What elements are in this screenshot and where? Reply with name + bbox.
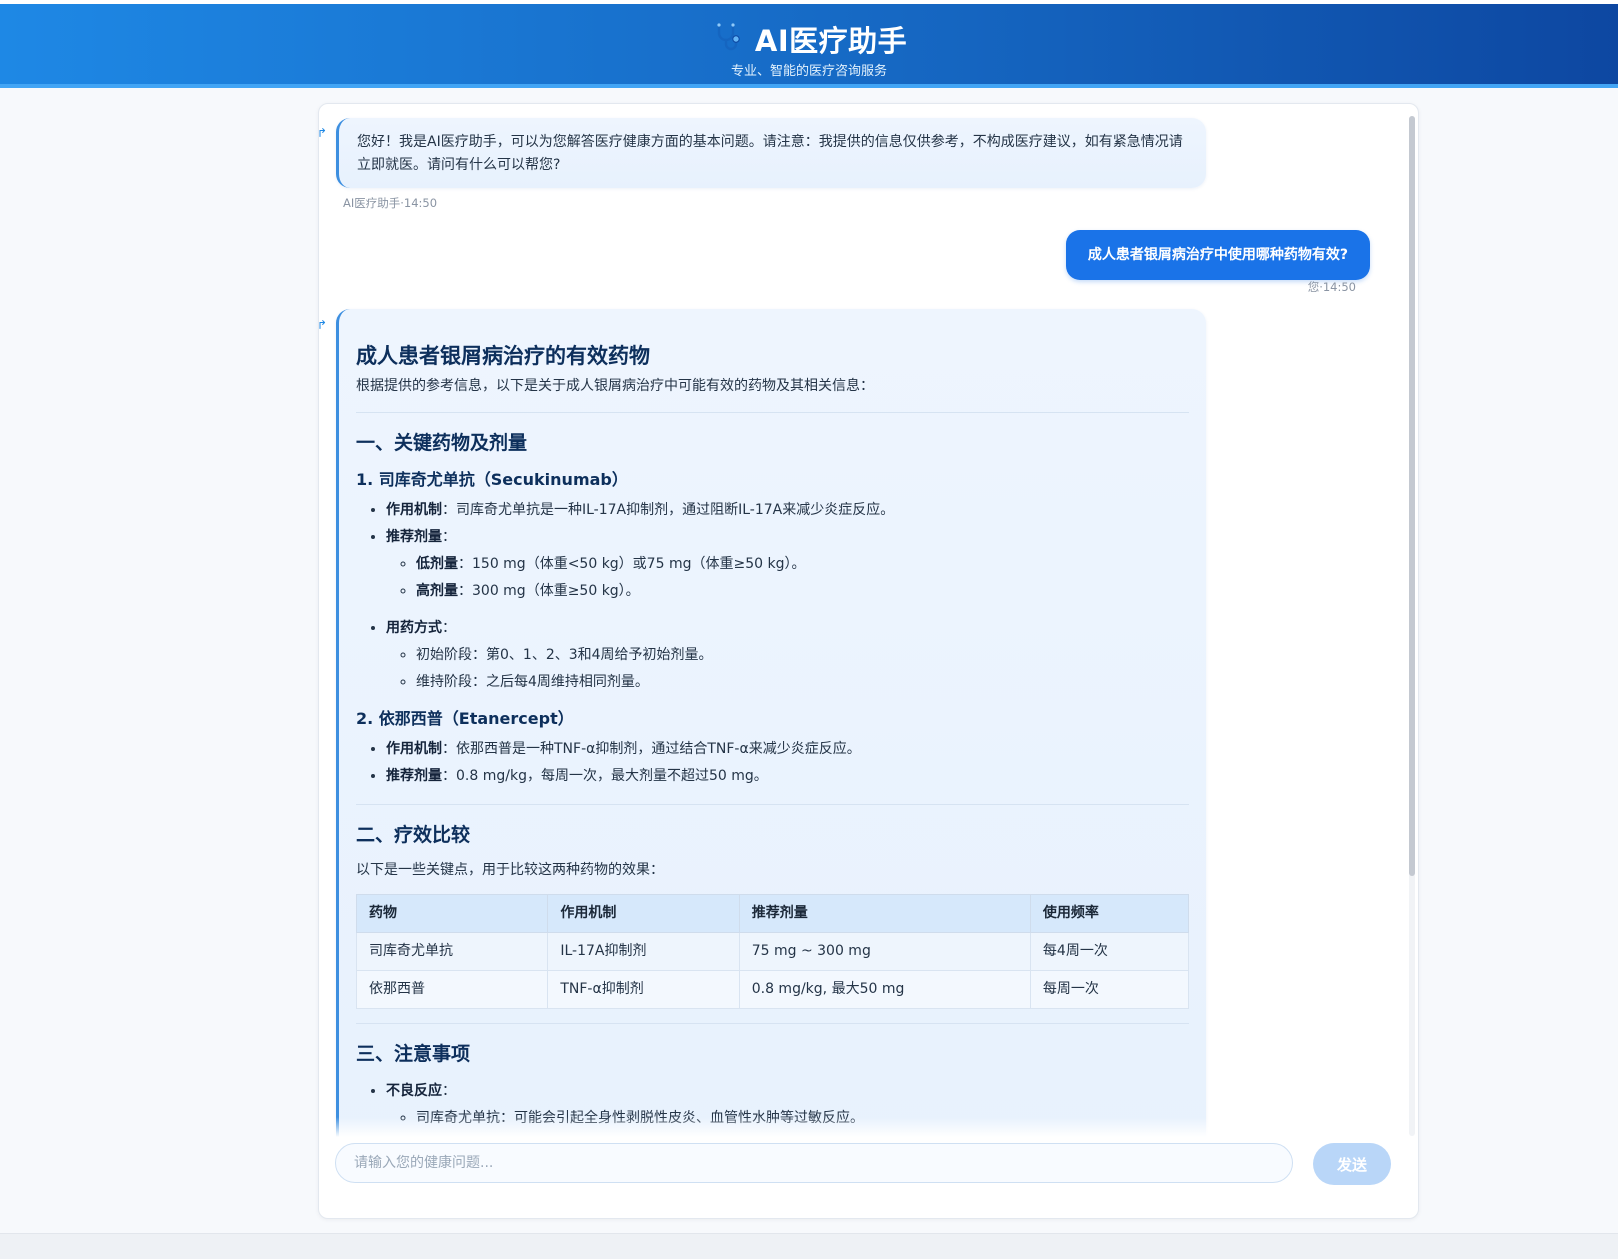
section-heading-key-drugs: 一、关键药物及剂量 [356,432,528,454]
list-item: 作用机制：司库奇尤单抗是一种IL-17A抑制剂，通过阻断IL-17A来减少炎症反… [386,497,1189,524]
user-message: 成人患者银屑病治疗中使用哪种药物有效? [1065,230,1370,280]
section-heading-efficacy: 二、疗效比较 [356,824,471,846]
app-header: AI医疗助手 专业、智能的医疗咨询服务 [0,4,1618,88]
table-cell: 75 mg ~ 300 mg [738,932,1031,971]
table-cell: 每4周一次 [1029,932,1190,971]
list-item: 推荐剂量： 低剂量：150 mg（体重<50 kg）或75 mg（体重≥50 k… [386,524,1189,605]
drug-heading-secukinumab: 1. 司库奇尤单抗（Secukinumab） [356,470,628,489]
adverse-colon: ： [442,1083,456,1099]
high-dose-text: ：300 mg（体重≥50 kg）。 [458,583,640,599]
mechanism-text: ：依那西普是一种TNF-α抑制剂，通过结合TNF-α来减少炎症反应。 [442,741,861,757]
answer-intro: 根据提供的参考信息，以下是关于成人银屑病治疗中可能有效的药物及其相关信息： [356,378,874,394]
list-item: 用药方式： 初始阶段：第0、1、2、3和4周给予初始剂量。 维持阶段：之后每4周… [386,615,1189,696]
table-header-cell: 药物 [355,894,549,933]
bot-message-greeting: 您好！我是AI医疗助手，可以为您解答医疗健康方面的基本问题。请注意：我提供的信息… [336,118,1206,188]
message-scrollbar[interactable] [1409,116,1415,1136]
list-item: 推荐剂量：0.8 mg/kg，每周一次，最大剂量不超过50 mg。 [386,763,1189,790]
table-cell: 依那西普 [355,970,549,1009]
bot-message-answer: 成人患者银屑病治疗的有效药物 根据提供的参考信息，以下是关于成人银屑病治疗中可能… [336,309,1206,1137]
table-header-cell: 推荐剂量 [738,894,1031,933]
bot-avatar-icon: ↱ [319,126,328,140]
scrollbar-thumb[interactable] [1409,116,1415,876]
label-adverse: 不良反应 [386,1083,442,1099]
list-item: 高剂量：300 mg（体重≥50 kg）。 [416,578,1189,605]
app-title: AI医疗助手 [754,24,908,58]
table-cell: TNF-α抑制剂 [547,970,740,1009]
label-dose: 推荐剂量 [386,768,442,784]
table-header-cell: 使用频率 [1029,894,1190,933]
low-dose-text: ：150 mg（体重<50 kg）或75 mg（体重≥50 kg）。 [458,556,806,572]
question-input[interactable] [336,1144,1292,1182]
table-cell: 0.8 mg/kg, 最大50 mg [738,970,1031,1009]
app-subtitle: 专业、智能的医疗咨询服务 [730,64,887,79]
chat-panel: ↱ 您好！我是AI医疗助手，可以为您解答医疗健康方面的基本问题。请注意：我提供的… [318,103,1419,1219]
user-message-text: 成人患者银屑病治疗中使用哪种药物有效? [1087,247,1348,263]
label-dose: 推荐剂量 [386,529,442,545]
page-footer-band [0,1233,1618,1259]
list-item: 低剂量：150 mg（体重<50 kg）或75 mg（体重≥50 kg）。 [416,551,1189,578]
stethoscope-icon [711,22,745,56]
divider [356,1023,1189,1024]
dose-sublist: 低剂量：150 mg（体重<50 kg）或75 mg（体重≥50 kg）。 高剂… [386,551,1189,605]
drug2-details: 作用机制：依那西普是一种TNF-α抑制剂，通过结合TNF-α来减少炎症反应。 推… [356,736,1189,790]
user-message-meta: 您·14:50 [1307,280,1356,294]
question-input-wrapper [335,1143,1293,1183]
dose-text: ：0.8 mg/kg，每周一次，最大剂量不超过50 mg。 [442,768,768,784]
divider [356,804,1189,805]
usage-colon: ： [442,620,456,636]
drug1-details: 作用机制：司库奇尤单抗是一种IL-17A抑制剂，通过阻断IL-17A来减少炎症反… [356,497,1189,696]
label-mechanism: 作用机制 [386,741,442,757]
label-usage: 用药方式 [386,620,442,636]
dose-colon: ： [442,529,456,545]
table-cell: 每周一次 [1029,970,1190,1009]
table-cell: IL-17A抑制剂 [547,932,740,971]
list-item: 作用机制：依那西普是一种TNF-α抑制剂，通过结合TNF-α来减少炎症反应。 [386,736,1189,763]
efficacy-intro: 以下是一些关键点，用于比较这两种药物的效果： [356,862,664,878]
send-button[interactable]: 发送 [1313,1143,1391,1185]
label-mechanism: 作用机制 [386,502,442,518]
usage-sublist: 初始阶段：第0、1、2、3和4周给予初始剂量。 维持阶段：之后每4周维持相同剂量… [386,642,1189,696]
scroll-fade [319,1117,1404,1137]
mechanism-text: ：司库奇尤单抗是一种IL-17A抑制剂，通过阻断IL-17A来减少炎症反应。 [442,502,895,518]
message-list[interactable]: ↱ 您好！我是AI医疗助手，可以为您解答医疗健康方面的基本问题。请注意：我提供的… [319,104,1404,1137]
bot-avatar-icon: ↱ [319,318,328,332]
label-high-dose: 高剂量 [416,583,458,599]
list-item: 初始阶段：第0、1、2、3和4周给予初始剂量。 [416,642,1189,669]
list-item: 维持阶段：之后每4周维持相同剂量。 [416,669,1189,696]
comparison-table: 药物 作用机制 推荐剂量 使用频率 司库奇尤单抗 IL-17A抑制剂 75 mg… [355,894,1190,1009]
table-row: 依那西普 TNF-α抑制剂 0.8 mg/kg, 最大50 mg 每周一次 [355,970,1190,1009]
divider [356,412,1189,413]
answer-title: 成人患者银屑病治疗的有效药物 [356,344,650,368]
table-header-row: 药物 作用机制 推荐剂量 使用频率 [355,894,1190,933]
drug-heading-etanercept: 2. 依那西普（Etanercept） [356,709,574,728]
label-low-dose: 低剂量 [416,556,458,572]
table-header-cell: 作用机制 [547,894,740,933]
table-row: 司库奇尤单抗 IL-17A抑制剂 75 mg ~ 300 mg 每4周一次 [355,932,1190,971]
greeting-text: 您好！我是AI医疗助手，可以为您解答医疗健康方面的基本问题。请注意：我提供的信息… [357,134,1183,173]
greeting-meta: AI医疗助手·14:50 [343,196,438,210]
header-title-row: AI医疗助手 [0,18,1618,60]
table-cell: 司库奇尤单抗 [355,932,549,971]
section-heading-precautions: 三、注意事项 [356,1043,471,1065]
